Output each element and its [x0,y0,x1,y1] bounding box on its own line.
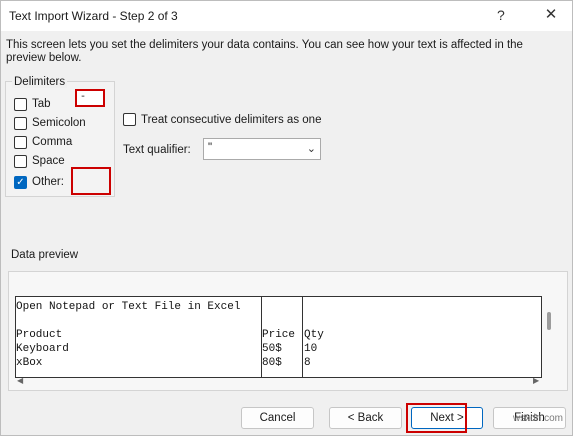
space-option[interactable]: Space [14,153,65,169]
text-import-wizard-dialog: Text Import Wizard - Step 2 of 3 ? ✕ Thi… [0,0,573,436]
tab-label: Tab [32,98,51,110]
preview-cell: Qty [304,329,324,341]
back-button[interactable]: < Back [329,407,402,429]
comma-label: Comma [32,136,73,148]
consecutive-delimiters-option[interactable]: Treat consecutive delimiters as one [123,113,321,126]
preview-cell: xBox [16,357,43,369]
comma-option[interactable]: Comma [14,134,72,150]
preview-cell: Product [16,329,63,341]
scroll-right-icon[interactable]: ▶ [533,376,539,385]
other-input-highlight [71,167,111,195]
tab-option[interactable]: Tab [14,96,51,112]
text-qualifier-label: Text qualifier: [123,144,191,156]
preview-cell: 8 [304,357,311,369]
next-button-highlight [406,403,467,433]
text-qualifier-select[interactable]: " ⌄ [203,138,321,160]
title-bar: Text Import Wizard - Step 2 of 3 ? ✕ [1,1,572,31]
preview-cell: 10 [304,343,318,355]
other-checkbox[interactable]: ✓ [14,175,27,189]
delimiters-group-label: Delimiters [12,76,68,88]
data-preview-label: Data preview [11,249,79,261]
scroll-left-icon[interactable]: ◀ [17,376,23,385]
data-preview-grid[interactable]: Open Notepad or Text File in Excel Produ… [15,296,542,378]
close-icon[interactable]: ✕ [541,5,561,25]
step-description: This screen lets you set the delimiters … [6,39,523,64]
watermark: wsxdn.com [513,413,564,424]
comma-checkbox[interactable] [14,135,27,149]
chevron-down-icon[interactable]: ⌄ [307,142,316,155]
tab-checkbox[interactable] [14,97,27,111]
data-preview-panel: Open Notepad or Text File in Excel Produ… [8,271,568,391]
consecutive-delimiters-label: Treat consecutive delimiters as one [141,113,322,126]
preview-cell: 80$ [262,357,282,369]
window-title: Text Import Wizard - Step 2 of 3 [9,9,178,23]
column-break[interactable] [302,297,303,377]
preview-cell: Price [262,329,296,341]
other-option[interactable]: ✓ Other: [14,174,64,190]
semicolon-checkbox[interactable] [14,116,27,130]
preview-cell: 50$ [262,343,282,355]
text-qualifier-value: " [208,142,213,154]
semicolon-option[interactable]: Semicolon [14,115,86,131]
cancel-button[interactable]: Cancel [241,407,314,429]
space-checkbox[interactable] [14,154,27,168]
space-label: Space [32,155,65,167]
consecutive-delimiters-checkbox[interactable] [123,113,136,126]
other-label: Other: [32,176,64,188]
vertical-scrollbar-thumb[interactable] [547,312,551,330]
other-delimiter-input[interactable]: - [75,89,105,107]
preview-cell: Keyboard [16,343,69,355]
preview-cell: Open Notepad or Text File in Excel [16,301,241,313]
help-icon[interactable]: ? [497,7,505,23]
semicolon-label: Semicolon [32,117,86,129]
